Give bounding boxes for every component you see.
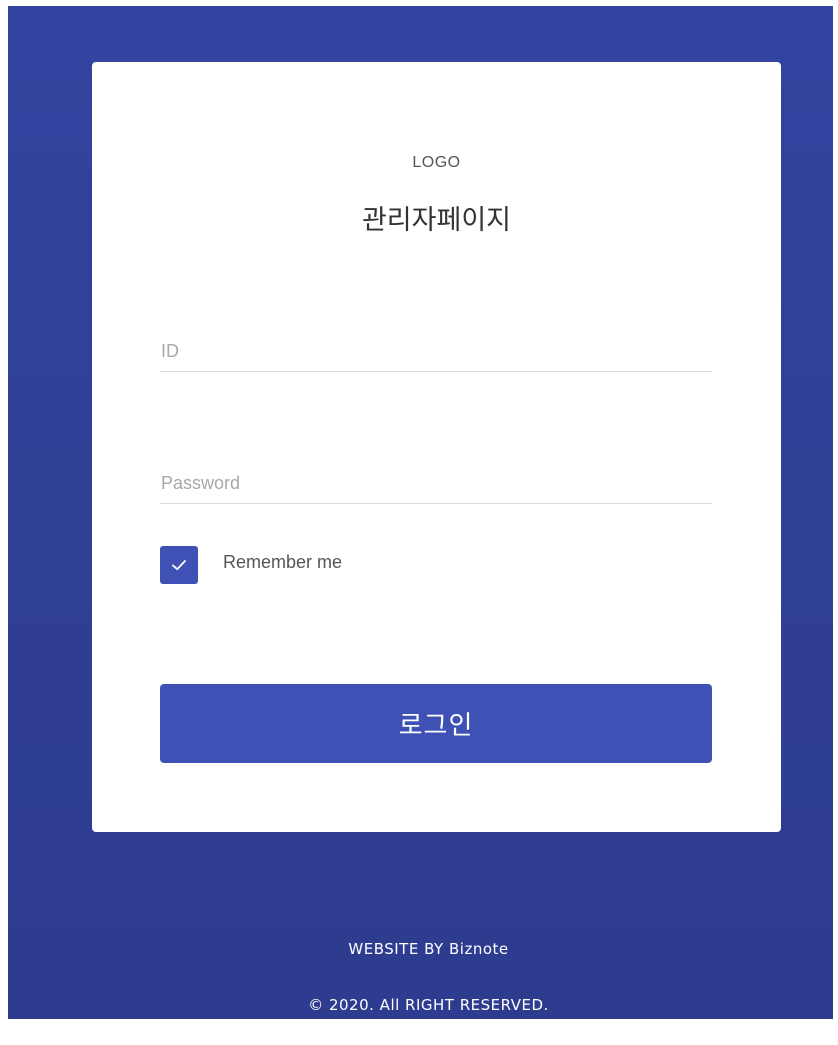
password-field[interactable]: [160, 464, 712, 504]
page-title: 관리자페이지: [361, 205, 512, 236]
remember-me-checkbox[interactable]: [160, 546, 198, 584]
remember-me-label: Remember me: [223, 551, 343, 572]
check-icon: [172, 560, 186, 571]
footer-credit: WEBSITE BY Biznote: [348, 940, 509, 958]
remember-me-option[interactable]: Remember me: [160, 546, 342, 584]
id-field[interactable]: [160, 332, 712, 372]
page-background: LOGO 관리자페이지 Remember me 로그인 WEBSITE BY B…: [8, 6, 833, 1019]
logo: LOGO: [412, 154, 461, 171]
login-button[interactable]: 로그인: [160, 684, 712, 763]
login-card: LOGO 관리자페이지 Remember me 로그인: [92, 62, 781, 832]
footer-copyright: © 2020. All RIGHT RESERVED.: [308, 996, 549, 1014]
